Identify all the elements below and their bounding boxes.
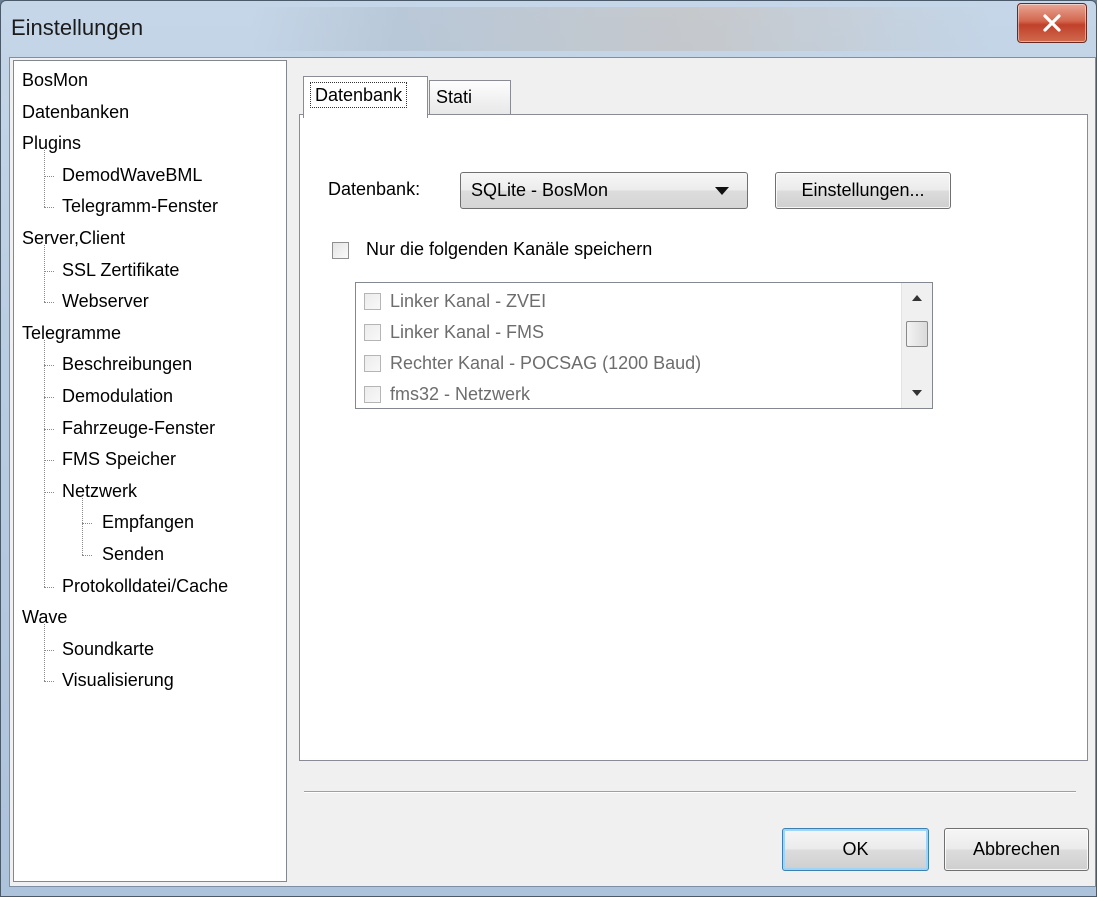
tree-item-server-client[interactable]: Server,Client <box>22 223 125 253</box>
tree-item-bosmon[interactable]: BosMon <box>22 65 88 95</box>
tree-item-demodwavebml[interactable]: DemodWaveBML <box>62 160 202 190</box>
database-dropdown[interactable]: SQLite - BosMon <box>460 172 748 209</box>
tree-item-webserver[interactable]: Webserver <box>62 286 149 316</box>
tree-item-visualisierung[interactable]: Visualisierung <box>62 665 174 695</box>
database-label: Datenbank: <box>328 179 421 199</box>
tree-connector <box>44 428 54 430</box>
channel-label: Linker Kanal - FMS <box>390 322 545 342</box>
tab-stati[interactable]: Stati <box>429 80 511 114</box>
tree-connector <box>44 586 54 588</box>
window-title: Einstellungen <box>11 15 144 40</box>
tree-connector <box>44 491 54 493</box>
title-bar[interactable]: Einstellungen <box>1 1 1096 57</box>
tab-panel-datenbank: Datenbank: SQLite - BosMon Einstellungen… <box>299 114 1088 761</box>
footer-divider <box>304 791 1076 793</box>
tab-control: Datenbank Stati Datenbank: SQLite - BosM… <box>299 76 1089 761</box>
tree-connector <box>44 302 54 304</box>
scroll-down-icon[interactable] <box>912 390 922 396</box>
tree-item-empfangen[interactable]: Empfangen <box>102 507 194 537</box>
tree-item-netzwerk[interactable]: Netzwerk <box>62 476 137 506</box>
tree-connector <box>82 523 92 525</box>
tree-connector <box>82 555 92 556</box>
database-settings-button[interactable]: Einstellungen... <box>775 172 951 209</box>
tree-item-fms-speicher[interactable]: FMS Speicher <box>62 444 176 474</box>
tree-item-ssl-zertifikate[interactable]: SSL Zertifikate <box>62 255 179 285</box>
close-button[interactable] <box>1017 3 1087 43</box>
tree-item-senden[interactable]: Senden <box>102 539 164 569</box>
ok-button[interactable]: OK <box>782 828 929 871</box>
channel-label: Linker Kanal - ZVEI <box>390 291 547 311</box>
tree-item-fahrzeuge-fenster[interactable]: Fahrzeuge-Fenster <box>62 413 215 443</box>
tree-connector <box>44 270 54 272</box>
channel-checkbox[interactable] <box>364 293 381 310</box>
tree-connector <box>44 245 45 303</box>
tree-connector <box>44 339 45 587</box>
channel-list[interactable]: Linker Kanal - ZVEI Linker Kanal - FMS R… <box>355 282 933 409</box>
title-bar-background <box>251 7 991 51</box>
tab-label: Datenbank <box>310 82 408 108</box>
channel-label: fms32 - Netzwerk <box>390 384 531 404</box>
scroll-up-icon[interactable] <box>912 295 922 301</box>
channel-checkbox[interactable] <box>364 386 381 403</box>
tree-connector <box>44 681 54 683</box>
tree-connector <box>44 624 45 682</box>
tree-item-beschreibungen[interactable]: Beschreibungen <box>62 349 192 379</box>
channel-checkbox[interactable] <box>364 324 381 341</box>
tree-item-datenbanken[interactable]: Datenbanken <box>22 97 129 127</box>
tab-label: Stati <box>436 87 473 107</box>
tree-item-plugins[interactable]: Plugins <box>22 128 81 158</box>
tree-connector <box>44 150 45 208</box>
tree-connector <box>44 365 54 367</box>
save-channels-label: Nur die folgenden Kanäle speichern <box>366 239 653 259</box>
tree-connector <box>44 397 54 398</box>
tree-item-demodulation[interactable]: Demodulation <box>62 381 173 411</box>
cancel-button[interactable]: Abbrechen <box>944 828 1089 871</box>
tab-datenbank[interactable]: Datenbank <box>303 76 428 118</box>
tree-connector <box>44 175 54 177</box>
tree-connector <box>44 460 54 462</box>
close-icon <box>1043 14 1061 32</box>
tree-connector <box>44 207 54 209</box>
tree-item-soundkarte[interactable]: Soundkarte <box>62 634 154 664</box>
tree-item-telegramm-fenster[interactable]: Telegramm-Fenster <box>62 191 218 221</box>
database-selected-value: SQLite - BosMon <box>471 180 609 200</box>
channel-label: Rechter Kanal - POCSAG (1200 Baud) <box>390 353 702 373</box>
settings-window: Einstellungen BosMon Datenbanken Plugins De… <box>0 0 1097 897</box>
save-channels-checkbox[interactable] <box>332 242 349 259</box>
tree-connector <box>82 497 83 555</box>
channel-list-scrollbar[interactable] <box>901 283 932 408</box>
tree-item-telegramme[interactable]: Telegramme <box>22 318 121 348</box>
tree-item-protokolldatei-cache[interactable]: Protokolldatei/Cache <box>62 571 228 601</box>
scroll-thumb[interactable] <box>906 321 928 347</box>
channel-checkbox[interactable] <box>364 355 381 372</box>
chevron-down-icon <box>715 187 729 195</box>
settings-tree[interactable]: BosMon Datenbanken Plugins DemodWaveBML Tele… <box>13 60 287 882</box>
tree-connector <box>44 649 54 651</box>
